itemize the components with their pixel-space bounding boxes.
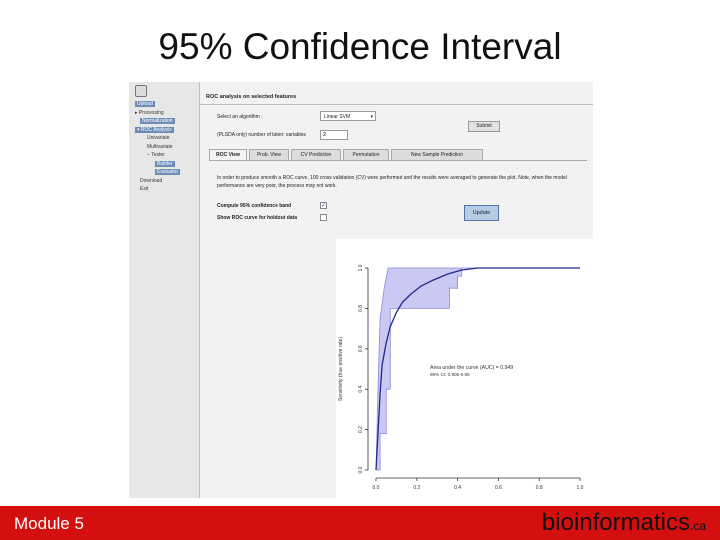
latent-variables-input[interactable]: 2 (320, 130, 348, 140)
sidebar-item-label: Univariate (147, 135, 170, 141)
holdout-label: Show ROC curve for holdout data (217, 215, 298, 221)
footer-bar: Module 5 bioinformatics.ca (0, 506, 720, 540)
sidebar-item-label: Normalization (140, 118, 175, 124)
x-tick-label: 0.8 (536, 485, 543, 491)
module-label: Module 5 (14, 514, 84, 533)
tab-divider (209, 160, 587, 161)
latent-label: (PLSDA only) number of laten: variables (217, 132, 306, 138)
header-divider (200, 104, 593, 105)
x-tick-label: 0.4 (454, 485, 461, 491)
brand-name: bioinformatics (541, 509, 690, 536)
sidebar-item[interactable]: Normalization (129, 117, 199, 126)
sidebar-item[interactable]: − Tester (129, 151, 199, 160)
algorithm-value: Linear SVM (324, 114, 351, 120)
y-axis-label: Sensitivity (true positive rate) (338, 337, 344, 402)
submit-button[interactable]: Submit (468, 121, 500, 132)
app-screenshot: Upload ▸ Processing Normalization ▾ ROC Ana… (129, 82, 593, 498)
main-panel: ROC analysis on selected features Select… (200, 82, 593, 498)
sidebar-item[interactable]: Exit (129, 185, 199, 194)
x-tick-label: 0.0 (373, 485, 380, 491)
sidebar-item-label: Evaluator (155, 169, 181, 175)
sidebar-item[interactable]: Univariate (129, 134, 199, 143)
sidebar-item[interactable]: Evaluator (129, 168, 199, 177)
roc-chart-svg: 0.0 0.2 0.4 0.6 0.8 1.0 0.0 0.2 0.4 0.6 0.8 1.0 Sens… (338, 264, 584, 491)
update-button[interactable]: Update (464, 205, 499, 221)
x-tick-label: 0.2 (413, 485, 420, 491)
sidebar-item-label: Exit (140, 186, 149, 192)
sidebar-item-label: Upload (135, 101, 155, 107)
sidebar-item-label: Builder (155, 160, 175, 167)
y-tick-label: 0.6 (358, 345, 364, 352)
sidebar-item-label: ▾ ROC Analysis (135, 126, 174, 133)
sidebar-item[interactable]: Multivariate (129, 143, 199, 152)
panel-header: ROC analysis on selected features (206, 94, 297, 100)
brand-suffix: .ca (689, 519, 706, 533)
sidebar: Upload ▸ Processing Normalization ▾ ROC Ana… (129, 82, 200, 498)
x-tick-label: 0.6 (495, 485, 502, 491)
sidebar-nav: Upload ▸ Processing Normalization ▾ ROC Ana… (129, 100, 199, 194)
compute-band-label: Compute 95% confidence band (217, 203, 292, 209)
sidebar-item[interactable]: Download (129, 177, 199, 186)
description-text: In order to produce smooth a ROC curve, … (217, 175, 567, 189)
sidebar-item[interactable]: ▸ Processing (129, 109, 199, 118)
y-tick-label: 0.4 (358, 386, 364, 393)
y-tick-label: 0.8 (358, 305, 364, 312)
slide-title: 95% Confidence Interval (158, 26, 562, 67)
sidebar-item-label: − Tester (147, 152, 165, 158)
compute-band-checkbox[interactable]: ✓ (320, 202, 327, 209)
chevron-down-icon: ▾ (370, 114, 373, 120)
sidebar-item-label: ▸ Processing (135, 109, 164, 116)
sidebar-item-label: Download (140, 177, 163, 184)
brand-logo: bioinformatics.ca (542, 509, 706, 537)
sidebar-item[interactable]: ▾ ROC Analysis (129, 126, 199, 135)
sidebar-item[interactable]: Upload (129, 100, 199, 109)
y-tick-label: 1.0 (358, 264, 364, 271)
algorithm-label: Select an algorithm : (217, 114, 263, 120)
y-tick-label: 0.2 (358, 426, 364, 433)
algorithm-select[interactable]: Linear SVM ▾ (320, 111, 376, 121)
auc-annotation: Area under the curve (AUC) = 0.949 (430, 365, 513, 371)
sidebar-item[interactable]: Builder (129, 160, 199, 169)
sidebar-item-label: Multivariate (147, 143, 173, 150)
x-tick-label: 1.0 (577, 485, 584, 491)
home-icon[interactable] (135, 85, 147, 97)
ci-annotation: 95% CI: 0.905-0.99 (430, 372, 470, 377)
roc-plot: 0.0 0.2 0.4 0.6 0.8 1.0 0.0 0.2 0.4 0.6 0.8 1.0 Sens… (336, 239, 593, 498)
holdout-checkbox[interactable] (320, 214, 327, 221)
y-tick-label: 0.0 (358, 466, 364, 473)
